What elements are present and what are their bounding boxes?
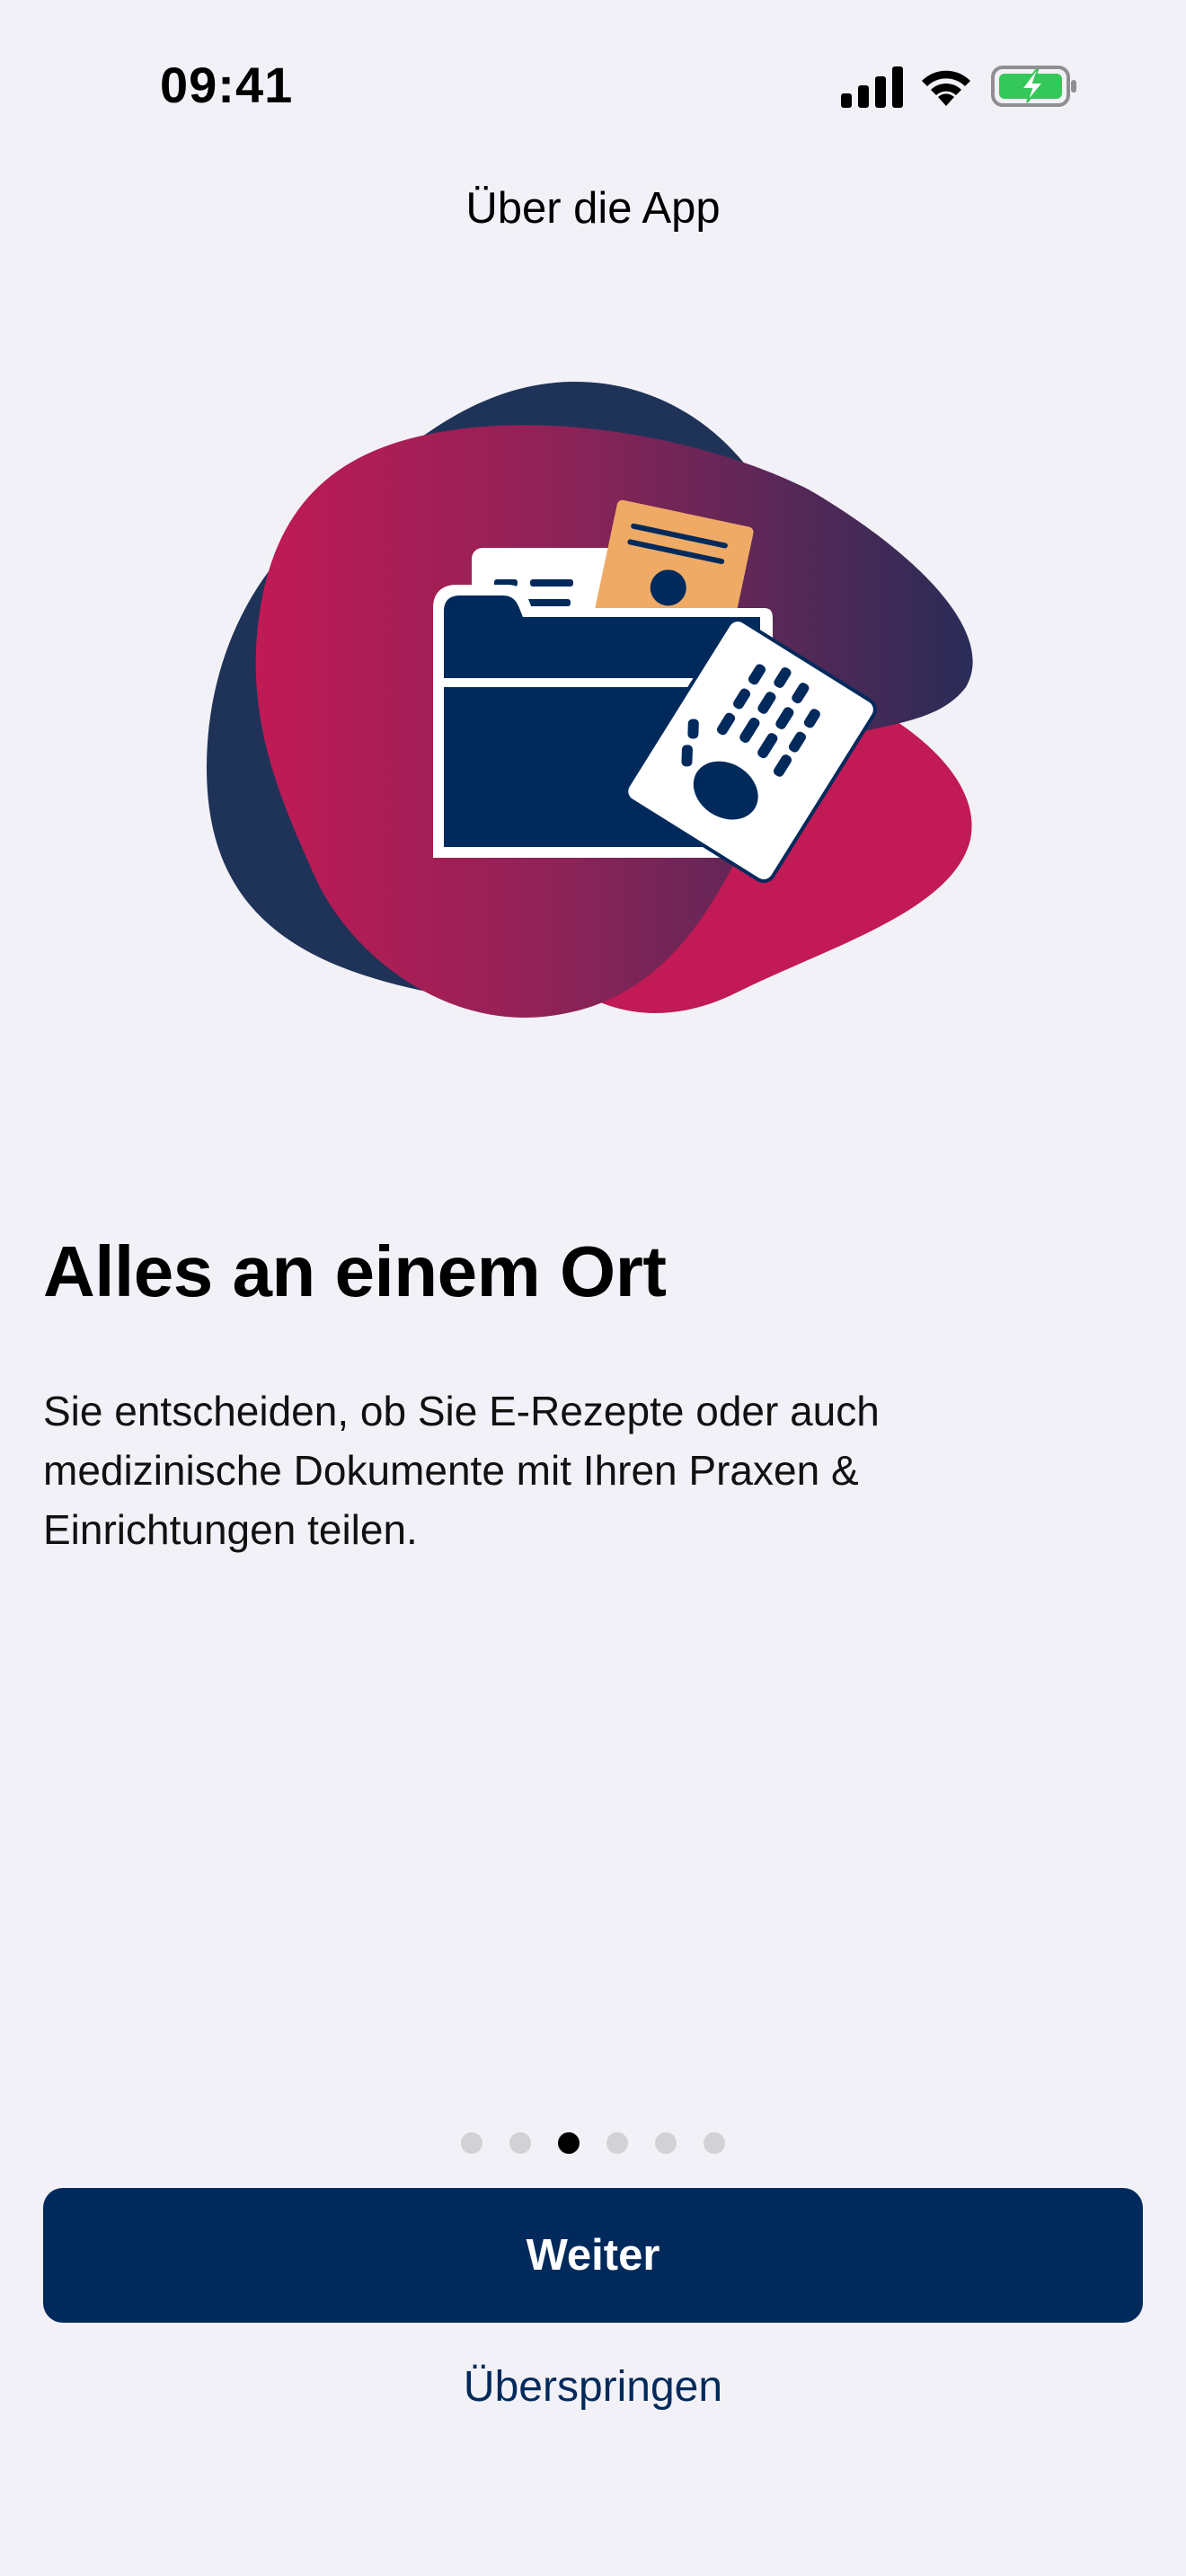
continue-button[interactable]: Weiter — [43, 2188, 1143, 2323]
wifi-icon — [922, 70, 970, 106]
status-time: 09:41 — [160, 57, 294, 113]
onboarding-headline: Alles an einem Ort — [43, 1231, 667, 1311]
page-dot-5[interactable] — [655, 2132, 677, 2154]
page-dot-1[interactable] — [461, 2132, 482, 2154]
battery-charging-icon — [991, 66, 1076, 107]
status-bar: 09:41 — [0, 0, 1186, 171]
page-indicator[interactable] — [0, 2132, 1186, 2154]
page-dot-4[interactable] — [606, 2132, 628, 2154]
onboarding-description: Sie entscheiden, ob Sie E-Rezepte oder a… — [43, 1388, 880, 1553]
onboarding-illustration — [198, 373, 988, 1028]
page-dot-3-active[interactable] — [558, 2132, 580, 2154]
page-dot-6[interactable] — [704, 2132, 725, 2154]
cellular-signal-icon — [841, 66, 903, 108]
page-title: Über die App — [465, 184, 721, 233]
status-icons — [836, 61, 1078, 111]
page-dot-2[interactable] — [509, 2132, 531, 2154]
skip-button[interactable]: Überspringen — [0, 2362, 1186, 2412]
